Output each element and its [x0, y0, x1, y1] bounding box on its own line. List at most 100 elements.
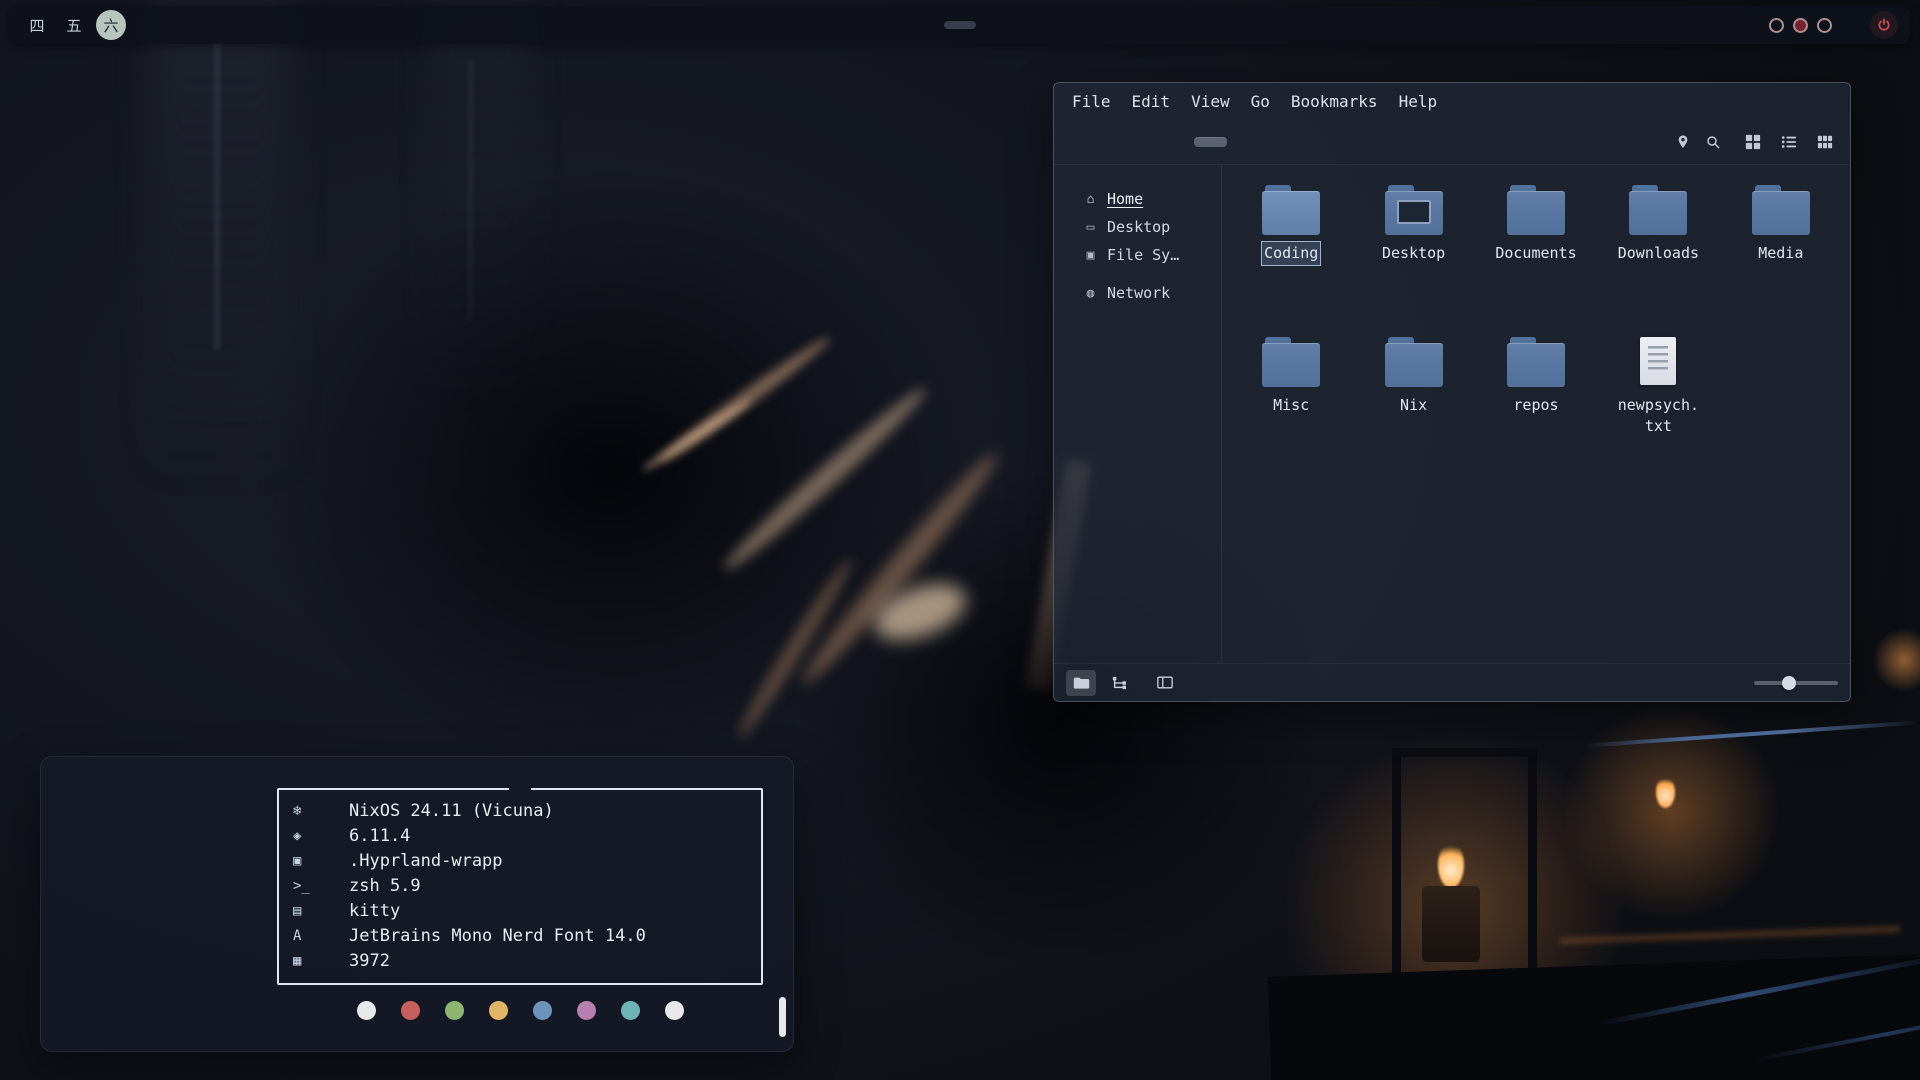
- menu-item[interactable]: View: [1189, 91, 1232, 112]
- menu-item[interactable]: Bookmarks: [1289, 91, 1380, 112]
- file-item[interactable]: repos: [1480, 337, 1592, 489]
- fetch-output: ❄ NixOS 24.11 (Vicuna) ◈ 6.11.4 ▣ .Hyprl…: [277, 788, 763, 1020]
- nixos-logo: [71, 818, 243, 990]
- file-item[interactable]: Documents: [1480, 185, 1592, 337]
- menu-item[interactable]: Help: [1397, 91, 1440, 112]
- file-item[interactable]: Desktop: [1358, 185, 1470, 337]
- wallpaper-candle-flame: [1656, 776, 1675, 808]
- file-item[interactable]: Nix: [1358, 337, 1470, 489]
- file-item[interactable]: Media: [1725, 185, 1837, 337]
- sidebar-section-network[interactable]: [1060, 269, 1215, 279]
- clock: [1841, 22, 1861, 28]
- font-icon: A: [293, 928, 319, 944]
- file-label: Misc: [1271, 394, 1311, 417]
- fetch-line: ◈ 6.11.4: [293, 823, 747, 848]
- split-panel-button[interactable]: [1150, 670, 1180, 696]
- tree-pane-icon: [1111, 676, 1127, 690]
- fetch-value: 6.11.4: [349, 826, 410, 846]
- file-manager-window: File Edit View Go Bookmarks Help: [1053, 82, 1851, 702]
- tree-view-button[interactable]: [1104, 670, 1134, 696]
- desktop-folder-icon: [1385, 185, 1443, 235]
- menu-item[interactable]: Edit: [1130, 91, 1173, 112]
- location-button[interactable]: [1668, 127, 1698, 157]
- top-bar-right: [1769, 11, 1898, 39]
- fetch-value: zsh 5.9: [349, 876, 421, 896]
- sidebar: ⌂ Home ▭ Desktop ▣ File Sy…: [1054, 165, 1222, 663]
- search-button[interactable]: [1698, 127, 1728, 157]
- home-icon: ⌂: [1082, 192, 1099, 207]
- sidebar-item-label: File Sy…: [1107, 246, 1179, 264]
- power-button[interactable]: [1870, 11, 1898, 39]
- folder-icon: [1507, 337, 1565, 387]
- file-item[interactable]: newpsych.txt: [1602, 337, 1714, 489]
- wallpaper-candle-flame: [1438, 842, 1464, 888]
- compact-view-button[interactable]: [1810, 127, 1840, 157]
- toolbar: [1054, 119, 1850, 165]
- workspace-button[interactable]: 六: [96, 10, 126, 40]
- palette-dot: [401, 1001, 420, 1020]
- wm-icon: ▣: [293, 853, 319, 869]
- folder-pane-icon: [1073, 676, 1090, 690]
- fetch-value: .Hyprland-wrapp: [349, 851, 503, 871]
- palette-dot: [621, 1001, 640, 1020]
- back-button[interactable]: [1064, 126, 1098, 158]
- sidebar-toggle-button[interactable]: [1066, 670, 1096, 696]
- fetch-line: ❄ NixOS 24.11 (Vicuna): [293, 798, 747, 823]
- wallpaper-candle-glow: [1872, 628, 1920, 692]
- desktop-icon: ▭: [1082, 220, 1099, 235]
- workspace-label: 五: [66, 15, 81, 36]
- menu-item[interactable]: Go: [1249, 91, 1272, 112]
- menu-item[interactable]: File: [1070, 91, 1113, 112]
- sidebar-item-label: Network: [1107, 284, 1170, 302]
- icon-view-button[interactable]: [1738, 127, 1768, 157]
- shell-icon: >_: [293, 878, 319, 894]
- palette-dot: [445, 1001, 464, 1020]
- wallpaper-lantern: [1392, 756, 1401, 1006]
- terminal-icon: ▤: [293, 903, 319, 919]
- fetch-value: NixOS 24.11 (Vicuna): [349, 801, 554, 821]
- sidebar-item[interactable]: ▭ Desktop: [1060, 213, 1215, 241]
- folder-icon: [1385, 337, 1443, 387]
- menu-bar: File Edit View Go Bookmarks Help: [1054, 83, 1850, 119]
- sidebar-item[interactable]: ▣ File Sy…: [1060, 241, 1215, 269]
- zoom-slider-thumb[interactable]: [1782, 676, 1796, 690]
- sidebar-section-my-computer[interactable]: [1060, 175, 1215, 185]
- packages-icon: ▦: [293, 953, 319, 969]
- folder-icon: [1629, 185, 1687, 235]
- tray-indicator-1[interactable]: [1769, 18, 1784, 33]
- workspace-button[interactable]: 五: [59, 10, 89, 40]
- folder-icon: [1262, 185, 1320, 235]
- workspace-switcher: 四 五 六: [22, 10, 126, 40]
- folder-icon: [1752, 185, 1810, 235]
- fetch-box: ❄ NixOS 24.11 (Vicuna) ◈ 6.11.4 ▣ .Hyprl…: [277, 788, 763, 985]
- terminal-scrollbar[interactable]: [779, 997, 786, 1037]
- fetch-value: 3972: [349, 951, 390, 971]
- up-button[interactable]: [1132, 126, 1166, 158]
- sidebar-item[interactable]: ⌂ Home: [1060, 185, 1215, 213]
- active-window-title: [944, 21, 976, 29]
- tray-indicator-3[interactable]: [1817, 18, 1832, 33]
- zoom-slider-track[interactable]: [1754, 681, 1838, 685]
- tray-indicator-2[interactable]: [1793, 18, 1808, 33]
- sidebar-item[interactable]: ◍ Network: [1060, 279, 1215, 307]
- fetch-line: ▤ kitty: [293, 898, 747, 923]
- workspace-button[interactable]: 四: [22, 10, 52, 40]
- file-item[interactable]: Misc: [1235, 337, 1347, 489]
- file-label: Documents: [1493, 242, 1578, 265]
- workspace-label: 四: [29, 15, 44, 36]
- file-label: Desktop: [1380, 242, 1447, 265]
- list-view-icon: [1781, 134, 1797, 150]
- file-label: Coding: [1262, 242, 1320, 265]
- zoom-slider[interactable]: [1754, 673, 1838, 693]
- forward-button[interactable]: [1098, 126, 1132, 158]
- file-item[interactable]: Coding: [1235, 185, 1347, 337]
- file-item[interactable]: Downloads: [1602, 185, 1714, 337]
- breadcrumb[interactable]: [1194, 137, 1227, 147]
- fetch-value: kitty: [349, 901, 400, 921]
- file-grid: Coding Desktop Documents Downloads: [1222, 165, 1850, 663]
- filesystem-icon: ▣: [1082, 248, 1099, 263]
- file-label: newpsych.txt: [1613, 394, 1703, 438]
- list-view-button[interactable]: [1774, 127, 1804, 157]
- palette-dot: [357, 1001, 376, 1020]
- text-file-icon: [1629, 337, 1687, 387]
